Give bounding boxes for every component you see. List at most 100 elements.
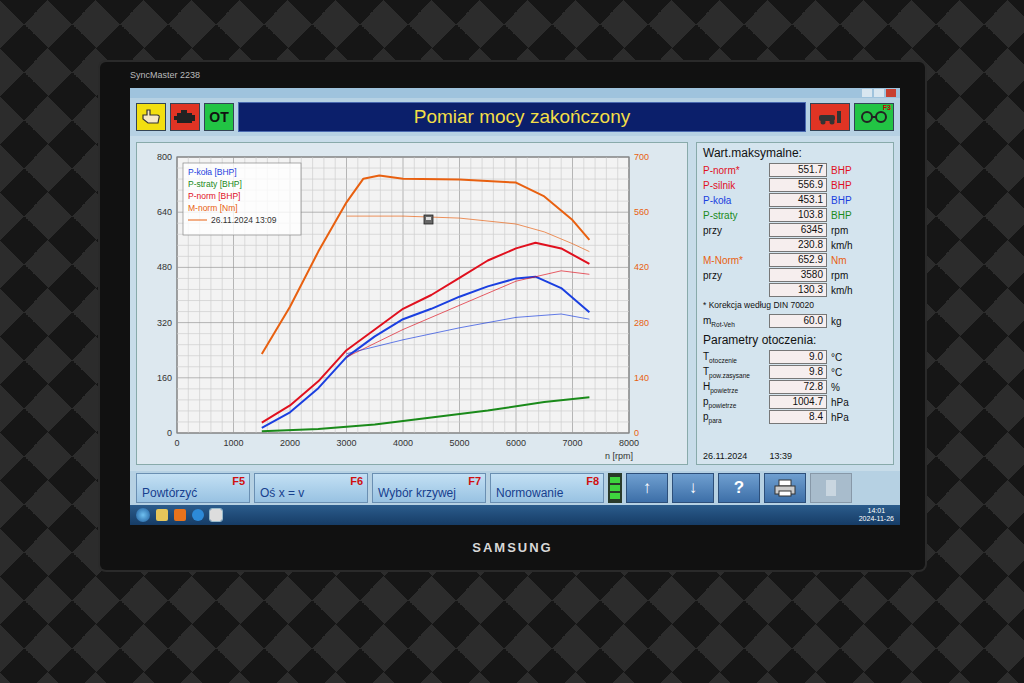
os-titlebar <box>130 88 900 98</box>
grid-line <box>549 157 550 433</box>
monitor-brand: SAMSUNG <box>472 540 552 555</box>
engine-button[interactable] <box>170 103 200 131</box>
x-axis-tick: 2000 <box>280 438 300 448</box>
grid-line <box>583 157 584 433</box>
tool-button <box>810 473 852 503</box>
grid-line <box>380 157 381 433</box>
grid-line <box>617 157 618 433</box>
function-button[interactable]: Wybór krzywejF7 <box>372 473 486 503</box>
maxima-title: Wart.maksymalne: <box>703 146 887 162</box>
grid-line <box>436 157 437 433</box>
power-chart: 0160320480640800014028042056070001000200… <box>137 143 685 465</box>
value-box: 3580 <box>769 268 827 282</box>
grid-line <box>177 377 629 378</box>
grid-line <box>470 157 471 433</box>
toolbar: OTPomiar mocy zakończony F3 <box>130 98 900 136</box>
roller-icon <box>861 110 887 124</box>
function-button[interactable]: Oś x = vF6 <box>254 473 368 503</box>
correction-note: * Korekcja według DIN 70020 <box>703 300 887 313</box>
grid-line <box>493 157 494 433</box>
minimize-icon[interactable] <box>862 89 872 97</box>
value-box: 103.8 <box>769 208 827 222</box>
grid-line <box>595 157 596 433</box>
maximize-icon[interactable] <box>874 89 884 97</box>
fan-button[interactable] <box>810 103 850 131</box>
grid-line <box>403 157 404 433</box>
grid-line <box>527 157 528 433</box>
measurement-date: 26.11.202413:39 <box>703 451 887 461</box>
x-axis-tick: 0 <box>174 438 179 448</box>
app-icon[interactable] <box>210 509 222 521</box>
value-box: 453.1 <box>769 193 827 207</box>
right-axis-tick: 0 <box>634 428 639 438</box>
grid-line <box>335 157 336 433</box>
right-axis-tick: 280 <box>634 318 649 328</box>
right-axis-tick: 140 <box>634 373 649 383</box>
function-bar: PowtórzyćF5Oś x = vF6Wybór krzywejF7Norm… <box>130 471 900 505</box>
bezel-bottom: SAMSUNG <box>100 525 925 570</box>
ambient-row: ppowietrze1004.7hPa <box>703 395 887 409</box>
browser-icon[interactable] <box>192 509 204 521</box>
left-axis-tick: 480 <box>157 262 172 272</box>
left-axis-tick: 160 <box>157 373 172 383</box>
start-icon[interactable] <box>136 508 150 522</box>
chart-panel: 0160320480640800014028042056070001000200… <box>136 142 688 465</box>
ambient-row: Hpowietrze72.8% <box>703 380 887 394</box>
close-icon[interactable] <box>886 89 896 97</box>
value-box: 652.9 <box>769 253 827 267</box>
ambient-row: Totoczenie9.0°C <box>703 350 887 364</box>
ambient-row: ppara8.4hPa <box>703 410 887 424</box>
grid-line <box>177 245 629 246</box>
right-axis-tick: 420 <box>634 262 649 272</box>
left-axis-tick: 320 <box>157 318 172 328</box>
x-axis-tick: 5000 <box>449 438 469 448</box>
legend-item: P-norm [BHP] <box>188 191 240 201</box>
grid-line <box>177 311 629 312</box>
left-axis-tick: 640 <box>157 207 172 217</box>
clock: 14:012024-11-26 <box>859 507 894 523</box>
tool-button[interactable]: ↑ <box>626 473 668 503</box>
function-button[interactable]: PowtórzyćF5 <box>136 473 250 503</box>
x-axis-tick: 7000 <box>562 438 582 448</box>
f3-button[interactable]: F3 <box>854 103 894 131</box>
at-row: przy6345rpm <box>703 223 887 237</box>
monitor-model: SyncMaster 2238 <box>130 70 200 80</box>
explorer-icon[interactable] <box>156 509 168 521</box>
grid-line <box>177 278 629 279</box>
grid-line <box>459 157 460 433</box>
grid-line <box>572 157 573 433</box>
grid-line <box>323 157 324 433</box>
grid-line <box>177 267 629 268</box>
grid-line <box>177 300 629 301</box>
grid-line <box>177 366 629 367</box>
max-value-row: P-straty103.8BHP <box>703 208 887 222</box>
tool-button[interactable]: ↓ <box>672 473 714 503</box>
grid-line <box>177 433 629 434</box>
grid-line <box>177 410 629 411</box>
at-row: 130.3km/h <box>703 283 887 297</box>
x-axis-tick: 8000 <box>619 438 639 448</box>
grid-line <box>177 333 629 334</box>
x-axis-tick: 1000 <box>223 438 243 448</box>
tool-button[interactable] <box>764 473 806 503</box>
grid-line <box>177 256 629 257</box>
tool-button[interactable]: ? <box>718 473 760 503</box>
right-axis-tick: 700 <box>634 152 649 162</box>
grid-line <box>561 157 562 433</box>
grid-line <box>482 157 483 433</box>
grid-line <box>606 157 607 433</box>
value-box: 60.0 <box>769 314 827 328</box>
hand-button[interactable] <box>136 103 166 131</box>
media-icon[interactable] <box>174 509 186 521</box>
ot-button[interactable]: OT <box>204 103 234 131</box>
legend: P-koła [BHP]P-straty [BHP]P-norm [BHP]M-… <box>183 163 301 235</box>
max-value-row: P-koła453.1BHP <box>703 193 887 207</box>
left-axis-tick: 0 <box>167 428 172 438</box>
value-box: 9.0 <box>769 350 827 364</box>
grid-line <box>177 355 629 356</box>
window-title: Pomiar mocy zakończony <box>238 102 806 132</box>
x-axis-tick: 3000 <box>336 438 356 448</box>
reference-sample <box>188 220 207 221</box>
function-button[interactable]: NormowanieF8 <box>490 473 604 503</box>
value-box: 72.8 <box>769 380 827 394</box>
